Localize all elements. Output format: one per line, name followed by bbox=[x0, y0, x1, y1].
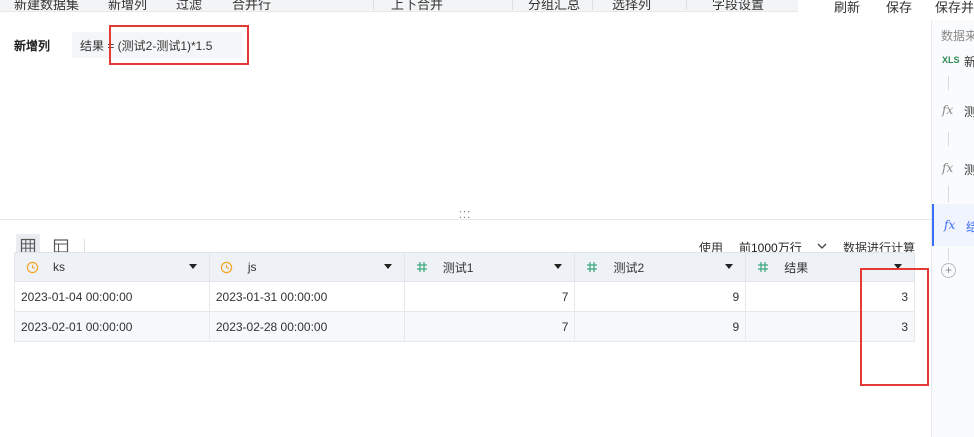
caret-down-icon[interactable] bbox=[383, 264, 392, 269]
table-cell[interactable]: 9 bbox=[574, 311, 747, 342]
tab-separator bbox=[373, 0, 374, 10]
column-header-ks[interactable]: ks bbox=[14, 252, 210, 282]
step-connector bbox=[948, 186, 949, 202]
fx-icon: fx bbox=[942, 161, 954, 175]
table-cell[interactable]: 3 bbox=[745, 281, 915, 312]
step-result[interactable]: fx 结果 bbox=[932, 204, 974, 246]
clock-icon bbox=[25, 260, 39, 274]
tab-new-column[interactable]: 新增列 bbox=[108, 0, 147, 13]
table-header-row: ks js 测试1 测试2 结果 bbox=[14, 252, 915, 282]
step-label: 测试2 bbox=[964, 161, 974, 178]
table-row: 2023-01-04 00:00:00 2023-01-31 00:00:00 … bbox=[14, 281, 915, 312]
hash-icon bbox=[585, 260, 599, 274]
column-header-label: js bbox=[247, 260, 257, 274]
tab-field-settings[interactable]: 字段设置 bbox=[712, 0, 764, 13]
hash-icon bbox=[415, 260, 429, 274]
column-header-label: 测试2 bbox=[613, 260, 645, 275]
table-cell[interactable]: 2023-01-04 00:00:00 bbox=[14, 281, 210, 312]
column-header-label: 结果 bbox=[784, 260, 809, 275]
caret-down-icon[interactable] bbox=[894, 264, 902, 269]
column-header-test2[interactable]: 测试2 bbox=[574, 252, 747, 282]
step-label: 测试1 bbox=[964, 103, 974, 120]
main-area: 新增列 结果 = (测试2-测试1)*1.5 ⁚⁚⁚ 使用 前1000万行 数据… bbox=[0, 20, 931, 437]
step-connector bbox=[948, 132, 949, 146]
tab-union[interactable]: 上下合并 bbox=[391, 0, 443, 13]
column-header-label: ks bbox=[53, 260, 65, 274]
table-cell[interactable]: 3 bbox=[745, 311, 915, 342]
step-label: 结果 bbox=[966, 218, 974, 235]
hash-icon bbox=[756, 260, 770, 274]
tab-separator bbox=[512, 0, 513, 10]
tab-merge-rows[interactable]: 合并行 bbox=[232, 0, 271, 13]
steps-panel: 数据来源 XLS 新建数据集 fx 测试1 fx 测试2 fx 结果 + bbox=[931, 20, 974, 437]
tab-select-columns[interactable]: 选择列 bbox=[612, 0, 651, 13]
tab-separator bbox=[592, 0, 593, 10]
step-test2[interactable]: fx 测试2 bbox=[932, 153, 974, 183]
data-table: ks js 测试1 测试2 结果 2023-01-04 00:00:00 202… bbox=[14, 252, 915, 342]
table-cell[interactable]: 2023-01-31 00:00:00 bbox=[208, 281, 405, 312]
table-row: 2023-02-01 00:00:00 2023-02-28 00:00:00 … bbox=[14, 311, 915, 342]
step-connector bbox=[948, 76, 949, 90]
column-header-result[interactable]: 结果 bbox=[745, 252, 915, 282]
table-cell[interactable]: 7 bbox=[403, 311, 576, 342]
table-cell[interactable]: 2023-02-28 00:00:00 bbox=[208, 311, 405, 342]
refresh-button[interactable]: 刷新 bbox=[834, 0, 860, 16]
tab-separator bbox=[686, 0, 687, 10]
caret-down-icon[interactable] bbox=[554, 264, 563, 269]
top-tabs-bar: 新建数据集 新增列 过滤 合并行 上下合并 分组汇总 选择列 字段设置 bbox=[0, 0, 798, 12]
caret-down-icon[interactable] bbox=[725, 264, 734, 269]
caret-down-icon[interactable] bbox=[188, 264, 197, 269]
table-cell[interactable]: 7 bbox=[403, 281, 576, 312]
tab-filter[interactable]: 过滤 bbox=[176, 0, 202, 13]
save-update-button[interactable]: 保存并更新 bbox=[935, 0, 974, 16]
new-column-label: 新增列 bbox=[14, 39, 51, 53]
xls-icon: XLS bbox=[942, 55, 960, 65]
step-new-dataset[interactable]: XLS 新建数据集 bbox=[932, 45, 974, 75]
step-test1[interactable]: fx 测试1 bbox=[932, 95, 974, 125]
tab-new-dataset[interactable]: 新建数据集 bbox=[14, 0, 79, 13]
step-connector bbox=[948, 248, 949, 261]
add-step-button[interactable]: + bbox=[941, 263, 956, 278]
top-toolbar: 新建数据集 新增列 过滤 合并行 上下合并 分组汇总 选择列 字段设置 刷新 保… bbox=[0, 0, 974, 20]
table-cell[interactable]: 2023-02-01 00:00:00 bbox=[14, 311, 210, 342]
clock-icon bbox=[220, 260, 234, 274]
chevron-down-icon bbox=[817, 243, 827, 249]
column-header-js[interactable]: js bbox=[208, 252, 405, 282]
formula-input[interactable]: 结果 = (测试2-测试1)*1.5 bbox=[72, 32, 242, 58]
table-cell[interactable]: 9 bbox=[574, 281, 747, 312]
save-button[interactable]: 保存 bbox=[886, 0, 912, 16]
fx-icon: fx bbox=[942, 103, 954, 117]
column-header-test1[interactable]: 测试1 bbox=[403, 252, 576, 282]
resize-handle[interactable]: ⁚⁚⁚ bbox=[457, 211, 473, 223]
panel-title: 数据来源 bbox=[941, 29, 974, 43]
tab-group-summary[interactable]: 分组汇总 bbox=[528, 0, 580, 13]
fx-icon: fx bbox=[944, 218, 956, 232]
column-header-label: 测试1 bbox=[442, 260, 474, 275]
formula-section: 新增列 结果 = (测试2-测试1)*1.5 bbox=[0, 20, 931, 216]
step-label: 新建数据集 bbox=[964, 53, 974, 70]
